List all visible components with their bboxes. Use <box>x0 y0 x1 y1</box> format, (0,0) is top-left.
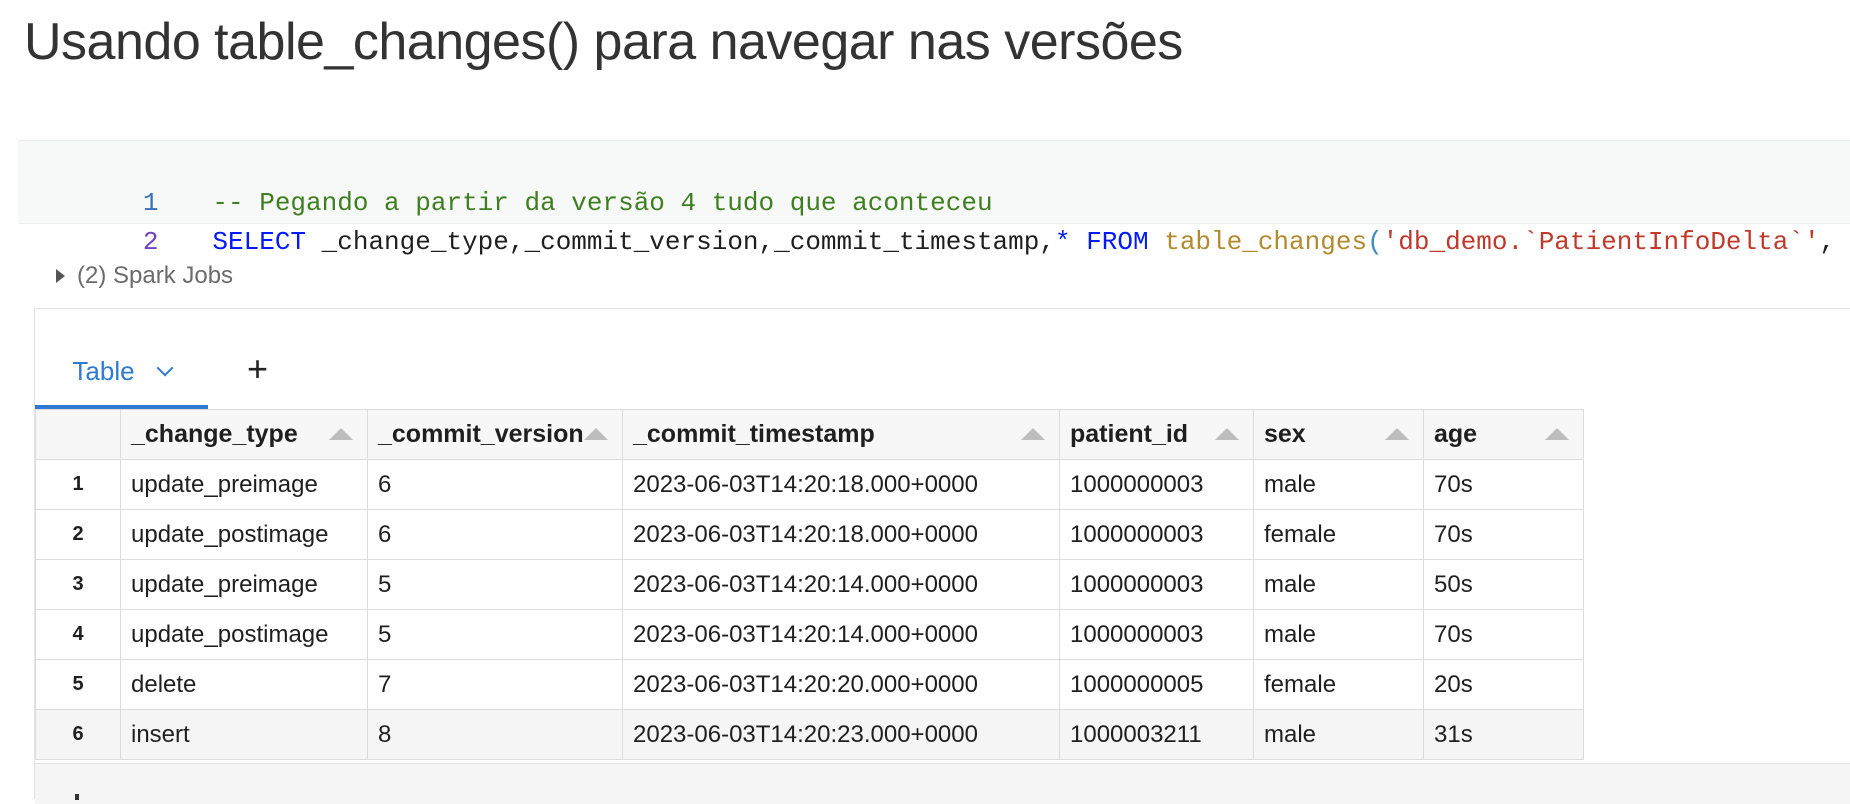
cell-sex[interactable]: male <box>1253 559 1424 610</box>
table-row[interactable]: 5 delete 7 2023-06-03T14:20:20.000+0000 … <box>35 659 1584 710</box>
cell-patient-id[interactable]: 1000000003 <box>1059 609 1254 660</box>
chevron-down-icon[interactable] <box>156 359 174 377</box>
page-title: Usando table_changes() para navegar nas … <box>24 13 1183 71</box>
column-header-patient-id[interactable]: patient_id <box>1059 409 1254 460</box>
cell-age[interactable]: 70s <box>1423 509 1584 560</box>
keyword-from: FROM <box>1086 227 1149 257</box>
cell-change-type[interactable]: update_postimage <box>120 509 368 560</box>
add-tab-button[interactable]: + <box>247 351 268 387</box>
cell-age[interactable]: 50s <box>1423 559 1584 610</box>
keyword-select: SELECT <box>212 227 307 257</box>
column-header-commit-timestamp[interactable]: _commit_timestamp <box>622 409 1060 460</box>
row-index: 6 <box>35 709 121 760</box>
cell-commit-timestamp[interactable]: 2023-06-03T14:20:18.000+0000 <box>622 509 1060 560</box>
code-string: 'db_demo.`PatientInfoDelta`' <box>1382 227 1820 257</box>
row-index: 3 <box>35 559 121 610</box>
spark-jobs-label: (2) Spark Jobs <box>77 262 234 289</box>
results-tab-bar: Table + <box>35 309 1850 409</box>
code-function: table_changes <box>1164 227 1368 257</box>
row-index: 5 <box>35 659 121 710</box>
sql-code-cell[interactable]: 1 -- Pegando a partir da versão 4 tudo qu… <box>18 140 1850 257</box>
footer-marker <box>75 794 79 800</box>
cell-commit-timestamp[interactable]: 2023-06-03T14:20:14.000+0000 <box>622 559 1060 610</box>
sort-ascending-icon[interactable] <box>1215 428 1239 440</box>
cell-commit-timestamp[interactable]: 2023-06-03T14:20:18.000+0000 <box>622 459 1060 510</box>
cell-patient-id[interactable]: 1000000003 <box>1059 559 1254 610</box>
tab-table[interactable]: Table <box>35 337 208 409</box>
cell-patient-id[interactable]: 1000000003 <box>1059 509 1254 560</box>
cell-commit-timestamp[interactable]: 2023-06-03T14:20:20.000+0000 <box>622 659 1060 710</box>
sort-ascending-icon[interactable] <box>1545 428 1569 440</box>
table-row[interactable]: 6 insert 8 2023-06-03T14:20:23.000+0000 … <box>35 709 1584 760</box>
code-columns: _change_type,_commit_version,_commit_tim… <box>306 227 1055 257</box>
cell-age[interactable]: 70s <box>1423 459 1584 510</box>
plus-icon: + <box>247 348 269 389</box>
cell-commit-timestamp[interactable]: 2023-06-03T14:20:14.000+0000 <box>622 609 1060 660</box>
table-row[interactable]: 2 update_postimage 6 2023-06-03T14:20:18… <box>35 509 1584 560</box>
spark-jobs-toggle[interactable]: (2) Spark Jobs <box>56 262 233 290</box>
cell-change-type[interactable]: update_postimage <box>120 609 368 660</box>
table-row[interactable]: 4 update_postimage 5 2023-06-03T14:20:14… <box>35 609 1584 660</box>
code-star: * <box>1054 227 1071 257</box>
sort-ascending-icon[interactable] <box>1385 428 1409 440</box>
table-row[interactable]: 1 update_preimage 6 2023-06-03T14:20:18.… <box>35 459 1584 510</box>
cell-sex[interactable]: female <box>1253 659 1424 710</box>
line-number: 2 <box>142 227 159 257</box>
sort-ascending-icon[interactable] <box>1021 428 1045 440</box>
column-header-change-type[interactable]: _change_type <box>120 409 368 460</box>
cell-commit-version[interactable]: 5 <box>367 559 623 610</box>
table-header-row: _change_type _commit_version _commit_tim… <box>35 409 1584 460</box>
cell-commit-timestamp[interactable]: 2023-06-03T14:20:23.000+0000 <box>622 709 1060 760</box>
cell-commit-version[interactable]: 8 <box>367 709 623 760</box>
caret-right-icon <box>56 269 65 283</box>
cell-age[interactable]: 70s <box>1423 609 1584 660</box>
results-panel: Table + _change_type _commit_version _co… <box>34 308 1850 804</box>
code-line-2: 2 SELECT _change_type,_commit_version,_co… <box>18 182 1850 257</box>
code-statement: SELECT _change_type,_commit_version,_com… <box>212 222 1850 262</box>
table-row[interactable]: 3 update_preimage 5 2023-06-03T14:20:14.… <box>35 559 1584 610</box>
cell-commit-version[interactable]: 5 <box>367 609 623 660</box>
row-index-header <box>35 409 121 460</box>
code-comma: , <box>1819 227 1850 257</box>
cell-change-type[interactable]: update_preimage <box>120 559 368 610</box>
cell-patient-id[interactable]: 1000000003 <box>1059 459 1254 510</box>
results-table: _change_type _commit_version _commit_tim… <box>35 409 1584 760</box>
row-index: 2 <box>35 509 121 560</box>
cell-sex[interactable]: male <box>1253 709 1424 760</box>
tab-table-label: Table <box>72 355 135 386</box>
cell-commit-version[interactable]: 6 <box>367 459 623 510</box>
cell-age[interactable]: 31s <box>1423 709 1584 760</box>
cell-change-type[interactable]: delete <box>120 659 368 710</box>
cell-sex[interactable]: male <box>1253 459 1424 510</box>
row-index: 4 <box>35 609 121 660</box>
code-line-1: 1 -- Pegando a partir da versão 4 tudo qu… <box>18 143 993 218</box>
cell-sex[interactable]: female <box>1253 509 1424 560</box>
sort-ascending-icon[interactable] <box>329 428 353 440</box>
cell-change-type[interactable]: insert <box>120 709 368 760</box>
code-open-paren: ( <box>1367 227 1383 257</box>
column-header-age[interactable]: age <box>1423 409 1584 460</box>
cell-patient-id[interactable]: 1000003211 <box>1059 709 1254 760</box>
cell-commit-version[interactable]: 6 <box>367 509 623 560</box>
cell-sex[interactable]: male <box>1253 609 1424 660</box>
cell-change-type[interactable]: update_preimage <box>120 459 368 510</box>
cell-age[interactable]: 20s <box>1423 659 1584 710</box>
column-header-commit-version[interactable]: _commit_version <box>367 409 623 460</box>
cell-patient-id[interactable]: 1000000005 <box>1059 659 1254 710</box>
column-header-sex[interactable]: sex <box>1253 409 1424 460</box>
row-index: 1 <box>35 459 121 510</box>
cell-commit-version[interactable]: 7 <box>367 659 623 710</box>
sort-ascending-icon[interactable] <box>584 428 608 440</box>
